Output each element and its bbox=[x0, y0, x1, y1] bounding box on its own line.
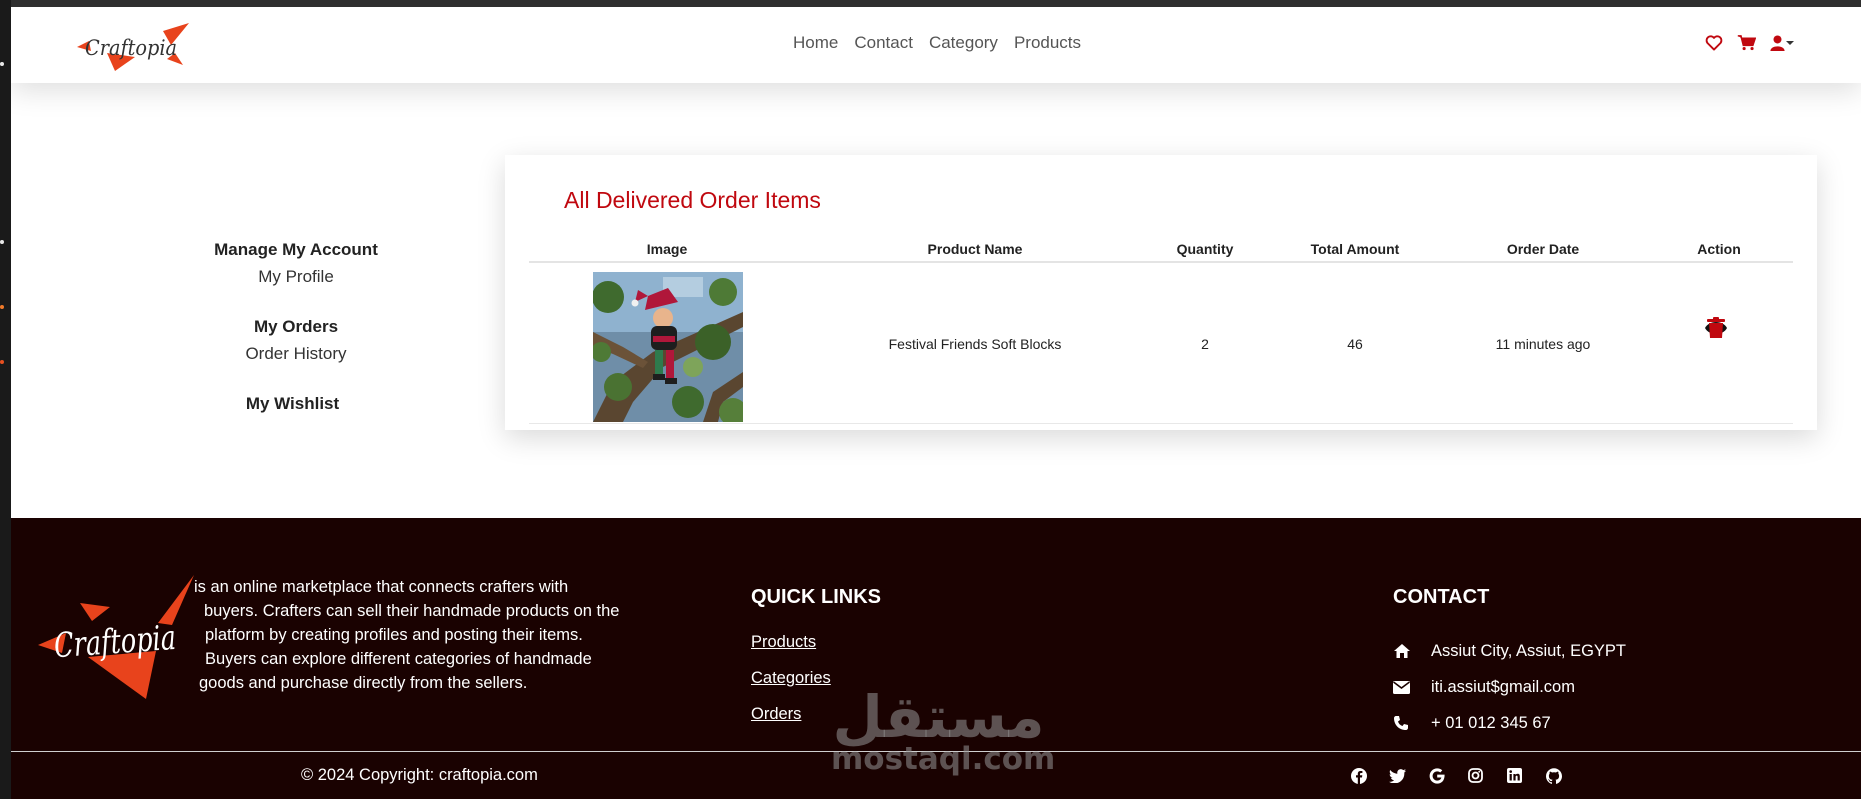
trash-icon[interactable] bbox=[1707, 317, 1725, 341]
quantity: 2 bbox=[1201, 336, 1209, 352]
total-amount: 46 bbox=[1347, 336, 1363, 352]
home-icon bbox=[1393, 643, 1431, 659]
copyright: © 2024 Copyright: craftopia.com bbox=[301, 766, 538, 784]
table-header: Image Product Name Quantity Total Amount… bbox=[529, 231, 1793, 263]
user-icon bbox=[1770, 35, 1785, 51]
google-icon[interactable] bbox=[1428, 767, 1445, 784]
linkedin-icon[interactable] bbox=[1506, 767, 1523, 784]
heart-icon[interactable] bbox=[1705, 35, 1723, 51]
col-product-name: Product Name bbox=[927, 241, 1023, 257]
product-name: Festival Friends Soft Blocks bbox=[888, 336, 1062, 352]
nav-category[interactable]: Category bbox=[929, 33, 998, 53]
manage-account-heading[interactable]: Manage My Account bbox=[181, 240, 411, 260]
order-date: 11 minutes ago bbox=[1495, 336, 1591, 352]
phone-icon bbox=[1393, 715, 1431, 731]
col-total-amount: Total Amount bbox=[1310, 241, 1400, 257]
craftopia-logo[interactable]: Craftopia bbox=[71, 19, 193, 75]
footer-description: is an online marketplace that connects c… bbox=[194, 578, 620, 692]
contact-email: iti.assiut$gmail.com bbox=[1393, 669, 1626, 705]
user-menu[interactable] bbox=[1770, 35, 1795, 51]
facebook-icon[interactable] bbox=[1350, 767, 1367, 784]
mostaql-watermark: مستقل mostaql.com bbox=[831, 683, 1056, 777]
nav-contact[interactable]: Contact bbox=[854, 33, 913, 53]
nav-products[interactable]: Products bbox=[1014, 33, 1081, 53]
cart-icon[interactable] bbox=[1737, 35, 1756, 51]
instagram-icon[interactable] bbox=[1467, 767, 1484, 784]
order-history-link[interactable]: Order History bbox=[181, 344, 411, 364]
twitter-icon[interactable] bbox=[1389, 767, 1406, 784]
nav-icons bbox=[1705, 35, 1795, 51]
footer-link-orders[interactable]: Orders bbox=[751, 705, 831, 741]
product-image[interactable] bbox=[593, 272, 743, 422]
contact-heading: CONTACT bbox=[1393, 586, 1490, 608]
footer-logo-text: Craftopia bbox=[53, 618, 177, 666]
social-links bbox=[1350, 767, 1562, 784]
col-order-date: Order Date bbox=[1506, 241, 1580, 257]
contact-address: Assiut City, Assiut, EGYPT bbox=[1393, 633, 1626, 669]
caret-down-icon bbox=[1786, 41, 1794, 45]
quick-links-heading: QUICK LINKS bbox=[751, 586, 881, 608]
quick-links: Products Categories Orders bbox=[751, 633, 831, 741]
my-profile-link[interactable]: My Profile bbox=[181, 267, 411, 287]
my-orders-heading[interactable]: My Orders bbox=[181, 317, 411, 337]
window-left-edge bbox=[0, 0, 11, 799]
nav-home[interactable]: Home bbox=[793, 33, 838, 53]
main-nav: Home Contact Category Products bbox=[793, 33, 1081, 53]
my-wishlist-link[interactable]: My Wishlist bbox=[174, 394, 411, 414]
card-title: All Delivered Order Items bbox=[564, 187, 821, 213]
contact-phone: + 01 012 345 67 bbox=[1393, 705, 1626, 741]
contact-info: Assiut City, Assiut, EGYPT iti.assiut$gm… bbox=[1393, 633, 1626, 741]
table-row: Festival Friends Soft Blocks 2 46 11 min… bbox=[529, 265, 1793, 424]
footer-link-products[interactable]: Products bbox=[751, 633, 831, 669]
footer-logo[interactable]: Craftopia bbox=[36, 573, 196, 700]
navbar: Craftopia Home Contact Category Products bbox=[11, 7, 1861, 83]
window-top-bar bbox=[0, 0, 1861, 7]
github-icon[interactable] bbox=[1545, 767, 1562, 784]
account-sidebar: Manage My Account My Profile My Orders O… bbox=[181, 240, 411, 444]
col-image: Image bbox=[646, 241, 688, 257]
col-quantity: Quantity bbox=[1176, 241, 1234, 257]
delivered-orders-card: All Delivered Order Items Image Product … bbox=[505, 155, 1817, 430]
footer-link-categories[interactable]: Categories bbox=[751, 669, 831, 705]
col-action: Action bbox=[1697, 241, 1741, 257]
envelope-icon bbox=[1393, 680, 1431, 694]
logo-text: Craftopia bbox=[85, 36, 177, 60]
page: Craftopia Home Contact Category Products… bbox=[11, 7, 1861, 799]
